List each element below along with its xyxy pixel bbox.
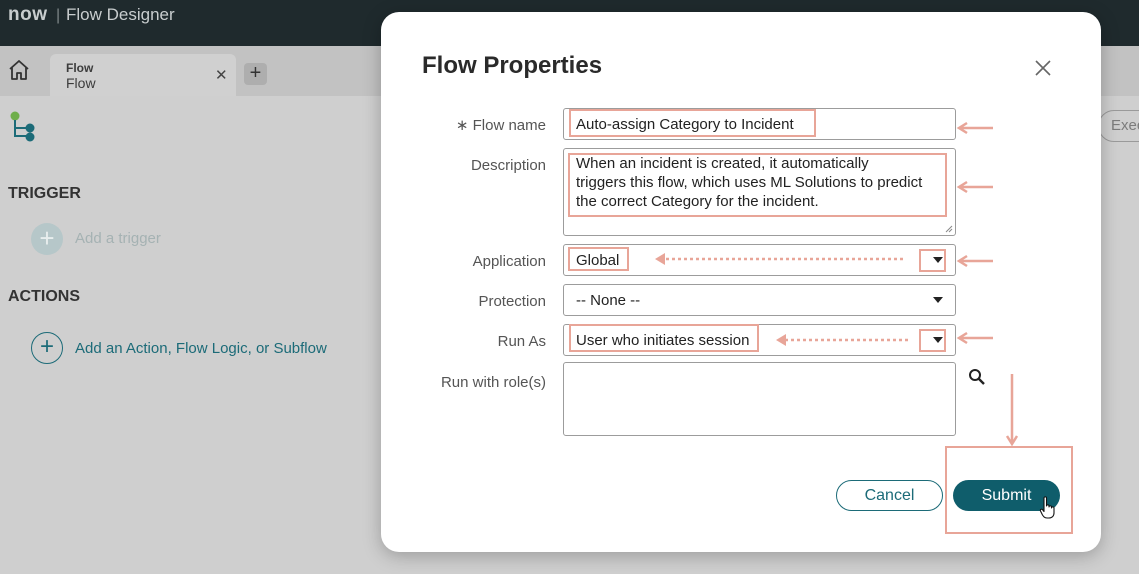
highlight-box: [569, 324, 759, 352]
add-tab-button[interactable]: +: [244, 63, 267, 85]
add-trigger-icon[interactable]: +: [31, 223, 63, 255]
flow-properties-dialog: Flow Properties ∗ Flow name Auto-assign …: [381, 12, 1101, 552]
highlight-box: [919, 249, 946, 272]
highlight-box: [919, 329, 946, 352]
execution-button[interactable]: Execution: [1098, 110, 1139, 142]
home-icon[interactable]: [4, 55, 34, 85]
search-icon[interactable]: [968, 368, 986, 386]
highlight-box: [945, 446, 1073, 534]
run-as-label: Run As: [497, 333, 546, 350]
protection-select[interactable]: -- None --: [563, 284, 956, 316]
protection-value: -- None --: [576, 292, 641, 309]
hand-pointer-icon: [1039, 496, 1055, 519]
brand-separator: |: [56, 7, 61, 24]
flow-name-label: ∗ Flow name: [455, 117, 546, 134]
plus-circle-icon[interactable]: +: [31, 332, 63, 364]
application-label: Application: [472, 253, 546, 270]
close-icon[interactable]: ✕: [215, 66, 228, 84]
flow-icon[interactable]: [9, 110, 39, 144]
annotation-arrow: [956, 254, 993, 268]
tab-subtitle: Flow: [66, 75, 96, 91]
protection-label: Protection: [478, 293, 546, 310]
cancel-button[interactable]: Cancel: [836, 480, 943, 511]
tab-title: Flow: [66, 61, 94, 75]
description-label: Description: [470, 157, 546, 174]
app-title: Flow Designer: [66, 5, 175, 24]
add-icon: +: [249, 62, 262, 84]
annotation-arrow: [956, 121, 993, 135]
annotation-arrow: [1005, 374, 1019, 447]
run-with-roles-label: Run with role(s): [440, 374, 546, 391]
highlight-box: [568, 153, 947, 217]
annotation-arrow: [956, 180, 993, 194]
chevron-down-icon[interactable]: [933, 297, 943, 303]
dialog-title: Flow Properties: [422, 52, 603, 79]
highlight-box: [569, 109, 816, 137]
actions-heading: ACTIONS: [8, 288, 80, 305]
add-action-link[interactable]: Add an Action, Flow Logic, or Subflow: [75, 340, 327, 357]
annotation-arrow: [956, 331, 993, 345]
run-with-roles-input[interactable]: [563, 362, 956, 436]
annotation-arrow: [776, 334, 908, 346]
tab-flow[interactable]: Flow Flow ✕: [50, 54, 236, 96]
brand-logo: now: [8, 4, 48, 25]
close-icon[interactable]: [1033, 58, 1053, 78]
highlight-box: [568, 247, 629, 271]
annotation-arrow: [655, 253, 903, 265]
add-trigger-link[interactable]: Add a trigger: [75, 230, 161, 247]
resize-handle[interactable]: [945, 225, 953, 233]
trigger-heading: TRIGGER: [8, 185, 81, 202]
